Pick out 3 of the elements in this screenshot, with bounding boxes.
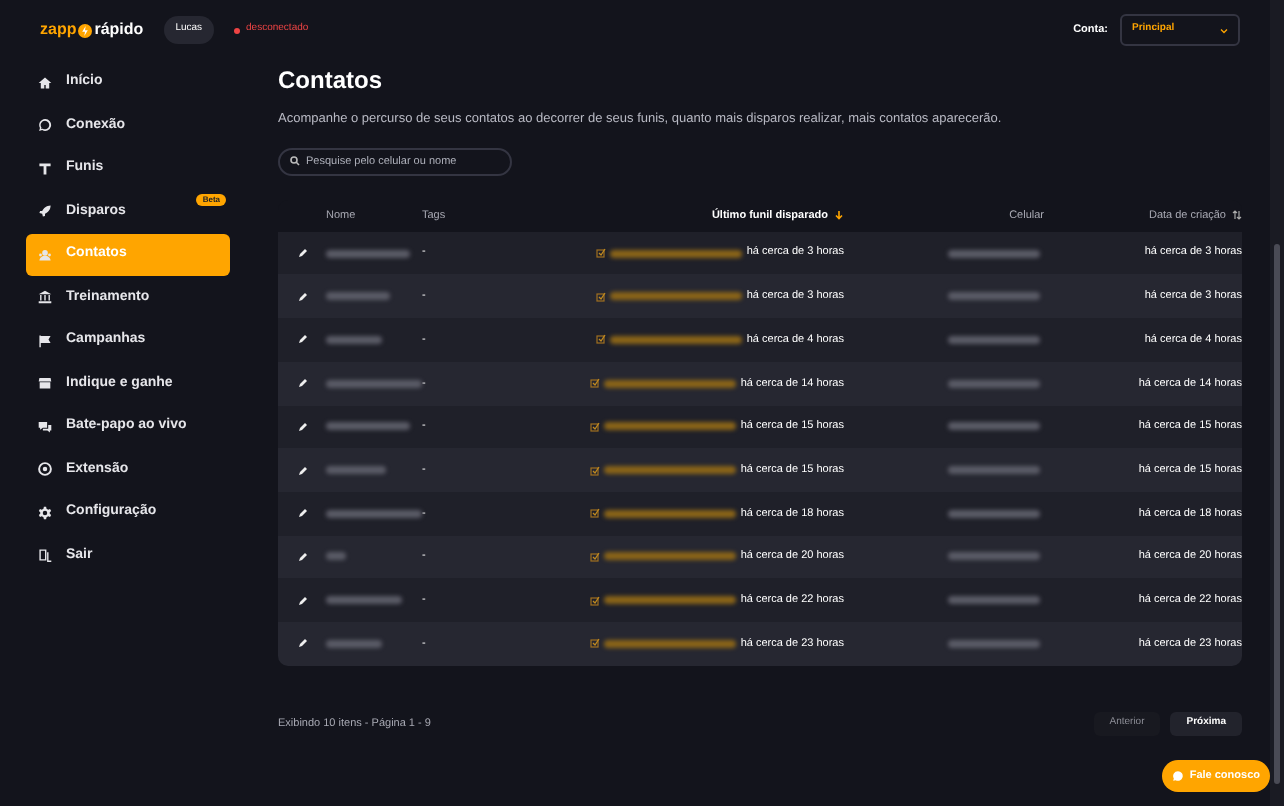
page-title: Contatos [278,64,384,96]
logo-text: zapp [40,18,77,42]
logo-text: rápido [94,18,144,42]
